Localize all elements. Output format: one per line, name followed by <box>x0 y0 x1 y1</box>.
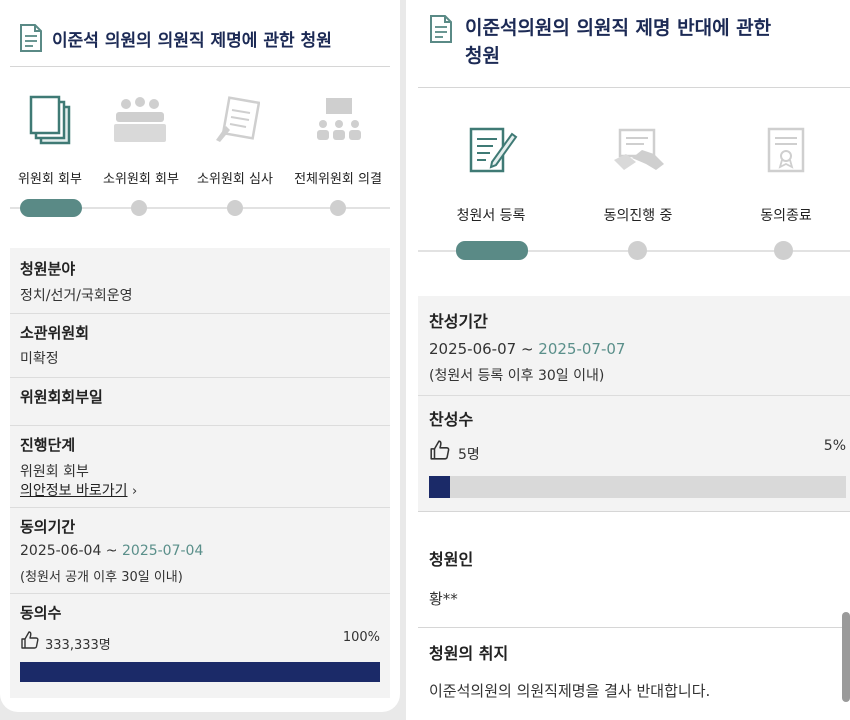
progress-bar <box>20 662 380 682</box>
divider <box>418 627 850 628</box>
handshake-document-icon <box>614 128 664 170</box>
pen-document-icon <box>469 127 518 173</box>
field-label: 청원분야 <box>20 260 76 278</box>
divider <box>418 87 850 88</box>
scrollbar[interactable] <box>842 612 850 702</box>
petition-title-line-2: 청원 <box>465 45 500 67</box>
purpose-label: 청원의 취지 <box>429 644 509 663</box>
petitioner-label: 청원인 <box>429 550 474 569</box>
period-value: 2025-06-07 ~ 2025-07-07 <box>429 340 625 358</box>
referral-date-row: 위원회회부일 <box>10 378 390 426</box>
step-indicator <box>628 241 647 260</box>
bill-info-link[interactable]: 의안정보 바로가기 › <box>20 480 137 500</box>
referral-date-label: 위원회회부일 <box>20 388 103 406</box>
count-row: 동의수 333,333명 100% <box>10 594 390 698</box>
period-note: (청원서 등록 이후 30일 이내) <box>429 368 605 384</box>
left-petition-panel: 이준석 의원의 의원직 제명에 관한 청원 위원회 회부 소위원회 회부 소위원… <box>0 0 400 712</box>
step-indicator <box>330 200 346 216</box>
committee-label: 소관위원회 <box>20 324 90 342</box>
field-value: 정치/선거/국회운영 <box>20 288 133 304</box>
petitioner-value: 황** <box>429 590 458 608</box>
period-end: 2025-07-07 <box>538 340 626 358</box>
documents-icon <box>29 95 71 145</box>
petition-title: 이준석 의원의 의원직 제명에 관한 청원 <box>52 31 332 51</box>
field-row: 청원분야 정치/선거/국회운영 <box>10 248 390 314</box>
purpose-value: 이준석의원의 의원직제명을 결사 반대합니다. <box>429 682 711 700</box>
step-label-4: 전체위원회 의결 <box>294 172 382 187</box>
step-label-2: 동의진행 중 <box>603 208 673 224</box>
count-label: 찬성수 <box>429 410 474 429</box>
review-icon <box>216 96 260 142</box>
step-label-2: 소위원회 회부 <box>103 172 179 187</box>
count-value: 333,333명 <box>45 638 111 653</box>
step-indicator-active <box>20 199 82 217</box>
step-indicator-active <box>456 241 528 260</box>
thumbs-up-icon <box>430 440 450 460</box>
right-petition-panel: 이준석의원의 의원직 제명 반대에 관한 청원 청원서 등록 동의진행 중 동의… <box>406 0 850 720</box>
committee-value: 미확정 <box>20 351 59 367</box>
thumbs-up-icon <box>21 631 39 649</box>
info-section: 청원분야 정치/선거/국회운영 소관위원회 미확정 위원회회부일 진행단계 위원… <box>10 248 390 698</box>
period-value: 2025-06-04 ~ 2025-07-04 <box>20 543 203 559</box>
stage-value: 위원회 회부 <box>20 464 89 480</box>
document-icon <box>430 15 452 43</box>
progress-bar <box>429 476 846 498</box>
bill-info-link-text[interactable]: 의안정보 바로가기 <box>20 483 128 499</box>
stage-row: 진행단계 위원회 회부 의안정보 바로가기 › <box>10 426 390 508</box>
step-label-1: 청원서 등록 <box>456 208 526 224</box>
percent-value: 5% <box>823 438 846 454</box>
period-row: 동의기간 2025-06-04 ~ 2025-07-04 (청원서 공개 이후 … <box>10 508 390 594</box>
stage-label: 진행단계 <box>20 436 76 454</box>
step-label-3: 소위원회 심사 <box>197 172 273 187</box>
document-icon <box>20 24 42 52</box>
committee-row: 소관위원회 미확정 <box>10 314 390 378</box>
period-note: (청원서 공개 이후 30일 이내) <box>20 570 183 585</box>
period-start: 2025-06-07 ~ <box>429 340 539 358</box>
step-indicator <box>131 200 147 216</box>
count-value: 5명 <box>458 447 480 463</box>
info-section: 찬성기간 2025-06-07 ~ 2025-07-07 (청원서 등록 이후 … <box>418 296 850 511</box>
step-indicator <box>227 200 243 216</box>
step-indicator <box>774 241 793 260</box>
presentation-icon <box>317 98 361 140</box>
step-label-1: 위원회 회부 <box>18 172 82 187</box>
divider <box>418 511 850 512</box>
divider <box>10 66 390 67</box>
meeting-icon <box>114 97 166 142</box>
period-end: 2025-07-04 <box>122 543 204 559</box>
period-row: 찬성기간 2025-06-07 ~ 2025-07-07 (청원서 등록 이후 … <box>418 296 850 396</box>
count-row: 찬성수 5명 5% <box>418 396 850 511</box>
chevron-right-icon: › <box>131 484 138 499</box>
count-label: 동의수 <box>20 604 62 622</box>
step-label-3: 동의종료 <box>760 208 812 224</box>
percent-value: 100% <box>342 630 380 645</box>
period-label: 동의기간 <box>20 518 76 536</box>
period-label: 찬성기간 <box>429 312 488 331</box>
petition-title-line-1: 이준석의원의 의원직 제명 반대에 관한 <box>465 17 772 39</box>
progress-fill <box>429 476 450 498</box>
period-start: 2025-06-04 ~ <box>20 543 122 559</box>
progress-fill <box>20 662 380 682</box>
certificate-icon <box>767 127 805 173</box>
